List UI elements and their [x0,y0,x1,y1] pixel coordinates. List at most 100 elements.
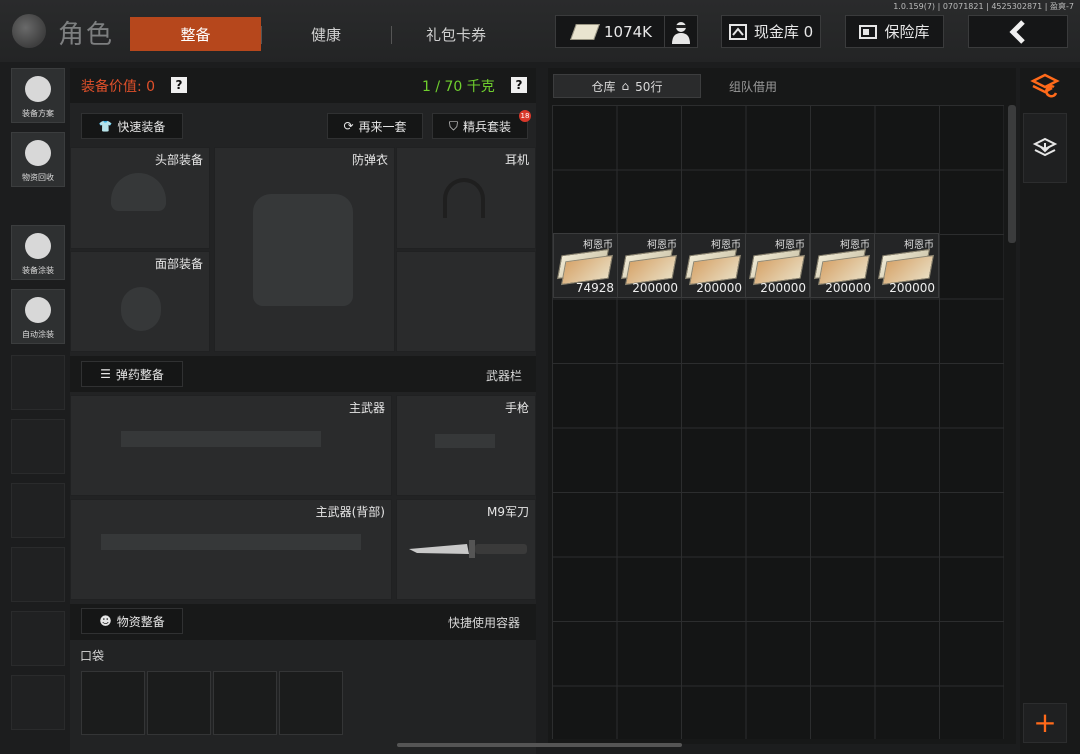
safe-label: 保险库 [884,23,930,41]
tab-health[interactable]: 健康 [262,17,390,51]
money-amount: 1074K [603,22,652,41]
sidebar-item-skin[interactable]: 装备涂装 [11,225,65,280]
rifle-silhouette [121,431,321,447]
add-button[interactable]: + [1023,703,1067,743]
elite-kit-label: 精兵套装 [463,119,512,134]
recycle-icon [25,140,51,166]
stack-sort-icon [1030,73,1060,98]
sidebar-item-recycle[interactable]: 物资回收 [11,132,65,187]
again-label: 再来一套 [358,119,407,134]
rifle-silhouette [101,534,361,550]
shirt-icon: 👕 [98,119,113,133]
warehouse-grid[interactable] [552,105,1004,739]
money-display[interactable]: 1074K [555,15,670,48]
grid-item-kohn-coin[interactable]: 柯恩币 200000 [810,233,875,298]
pocket-title: 口袋 [80,649,105,663]
helmet-silhouette [111,173,166,211]
armor-slot[interactable]: 防弹衣 [214,147,395,352]
cash-icon [728,23,747,40]
tab-gift-cards[interactable]: 礼包卡券 [392,17,520,51]
weapons-title: 武器栏 [486,369,523,383]
sidebar-slot-empty [11,611,65,666]
sidebar-item-loadout[interactable]: 装备方案 [11,68,65,123]
face-slot[interactable]: 面部装备 [70,251,210,352]
elite-kit-button[interactable]: ⛉ 精兵套装 [432,113,528,139]
ammo-label: 弹药整备 [115,367,164,382]
grid-item-kohn-coin[interactable]: 柯恩币 200000 [874,233,939,298]
pocket-slot[interactable] [279,671,343,735]
cash-vault-button[interactable]: 现金库 0 [721,15,821,48]
slot-label: 手枪 [504,401,529,415]
slot-label: M9军刀 [487,505,529,519]
back-arrow-icon [1009,19,1025,44]
equipment-value: 装备价值: 0 [81,79,156,95]
operator-icon [672,21,690,44]
slot-label: 耳机 [504,153,529,167]
pistol-silhouette [435,434,495,448]
tab-equip[interactable]: 整备 [130,17,261,51]
supply-button[interactable]: ☻ 物资整备 [81,608,183,634]
tab-storage-label: 仓库 [591,79,616,94]
help-icon[interactable]: ? [171,77,187,93]
item-amount: 74928 [575,281,614,295]
elite-kit-badge: 18 [519,110,531,122]
primary-weapon-slot[interactable]: 主武器 [70,395,392,496]
quick-equip-button[interactable]: 👕 快速装备 [81,113,183,139]
slot-label: 主武器(背部) [315,505,385,519]
again-button[interactable]: ⟳ 再来一套 [327,113,423,139]
sidebar-slot-empty [11,675,65,730]
item-amount: 200000 [632,281,678,295]
storage-rows: 50行 [635,79,663,94]
primary-back-weapon-slot[interactable]: 主武器(背部) [70,499,392,600]
layer-download-button[interactable] [1023,113,1067,183]
grid-item-kohn-coin[interactable]: 柯恩币 200000 [617,233,682,298]
sidebar-item-label: 装备涂装 [22,266,54,275]
item-amount: 200000 [760,281,806,295]
sidebar-slot-empty [11,547,65,602]
paint-helmet-icon [25,233,51,259]
safe-button[interactable]: 保险库 [845,15,944,48]
cash-vault-label: 现金库 0 [753,23,814,41]
sidebar-item-label: 装备方案 [22,109,54,118]
house-icon: ⌂ [621,79,630,93]
game-logo [12,14,46,48]
sidebar-item-label: 自动涂装 [22,330,54,339]
grid-item-kohn-coin[interactable]: 柯恩币 200000 [745,233,810,298]
grid-item-kohn-coin[interactable]: 柯恩币 200000 [681,233,746,298]
money-icon [570,23,600,40]
slot-label: 主武器 [348,401,385,415]
page-title: 角色 [58,20,115,50]
weight-display: 1 / 70 千克 [422,79,495,95]
pocket-slot[interactable] [213,671,277,735]
head-slot[interactable]: 头部装备 [70,147,210,249]
sidebar-slot-empty [11,355,65,410]
headset-silhouette [443,178,485,218]
ammo-icon: ☰ [100,367,111,381]
extra-slot[interactable] [396,251,536,352]
ammo-button[interactable]: ☰ 弹药整备 [81,361,183,387]
refresh-icon: ⟳ [343,119,354,133]
pocket-slot[interactable] [147,671,211,735]
knife-icon [409,540,527,558]
item-amount: 200000 [825,281,871,295]
slot-label: 防弹衣 [351,153,388,167]
scroll-indicator [397,743,682,747]
pistol-slot[interactable]: 手枪 [396,395,536,496]
tab-storage[interactable]: 仓库 ⌂ 50行 [553,74,701,98]
supply-label: 物资整备 [116,614,165,629]
warehouse-scrollbar[interactable] [1008,105,1016,243]
slot-label: 面部装备 [154,257,203,271]
help-icon[interactable]: ? [511,77,527,93]
avatar-button[interactable] [664,15,698,48]
knife-slot[interactable]: M9军刀 [396,499,536,600]
sidebar-item-auto-skin[interactable]: 自动涂装 [11,289,65,344]
headset-slot[interactable]: 耳机 [396,147,536,249]
tab-team-borrow[interactable]: 组队借用 [703,74,803,98]
pocket-slot[interactable] [81,671,145,735]
sidebar-slot-empty [11,419,65,474]
back-button[interactable] [968,15,1068,48]
item-amount: 200000 [696,281,742,295]
sort-stack-button[interactable] [1028,71,1062,101]
grid-item-kohn-coin[interactable]: 柯恩币 74928 [553,233,618,298]
safe-icon [859,24,878,39]
